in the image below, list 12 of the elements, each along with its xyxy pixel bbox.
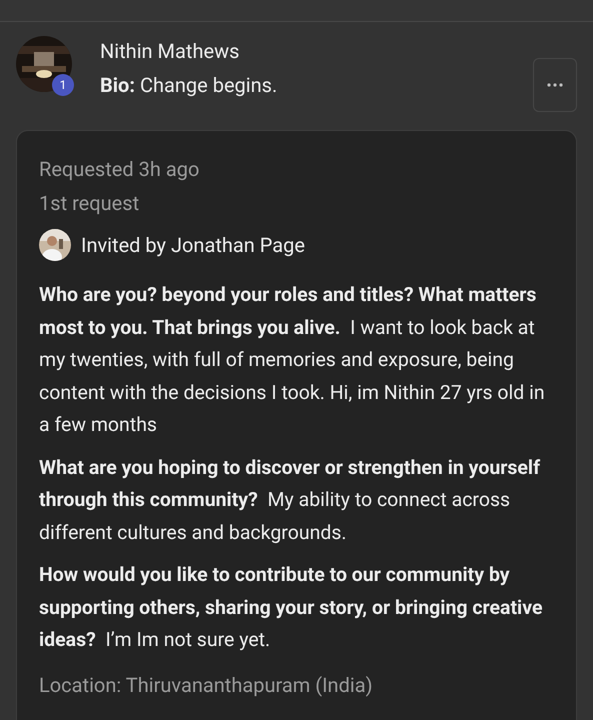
request-count: 1st request <box>39 190 140 217</box>
more-button[interactable] <box>533 58 577 112</box>
answer-paragraph: What are you hoping to discover or strengthen in yourself through this community? My ability to connect across different cultures and backgrounds. <box>39 454 542 546</box>
more-icon <box>547 83 563 87</box>
invited-by-text: Invited by Jonathan Page <box>81 232 306 259</box>
count-badge: 1 <box>52 74 74 96</box>
request-time: Requested 3h ago <box>39 156 200 183</box>
member-name[interactable]: Nithin Mathews <box>100 38 533 64</box>
location-text: Location: Thiruvananthapuram (India) <box>39 672 374 698</box>
bio-text: Bio: Change begins. <box>100 72 278 98</box>
answer-paragraph: How would you like to contribute to our community by supporting others, sharing your story, or bringing creative ideas? I’m Im not sure yet. <box>39 562 544 653</box>
answer-paragraph: Who are you? beyond your roles and titles? What matters most to you. That brings you alive. I want to look back at my twenties, with full of memories and exposure, being content with the decisions I took. Hi, im Nithin 27 yrs old in a few months <box>39 282 546 438</box>
